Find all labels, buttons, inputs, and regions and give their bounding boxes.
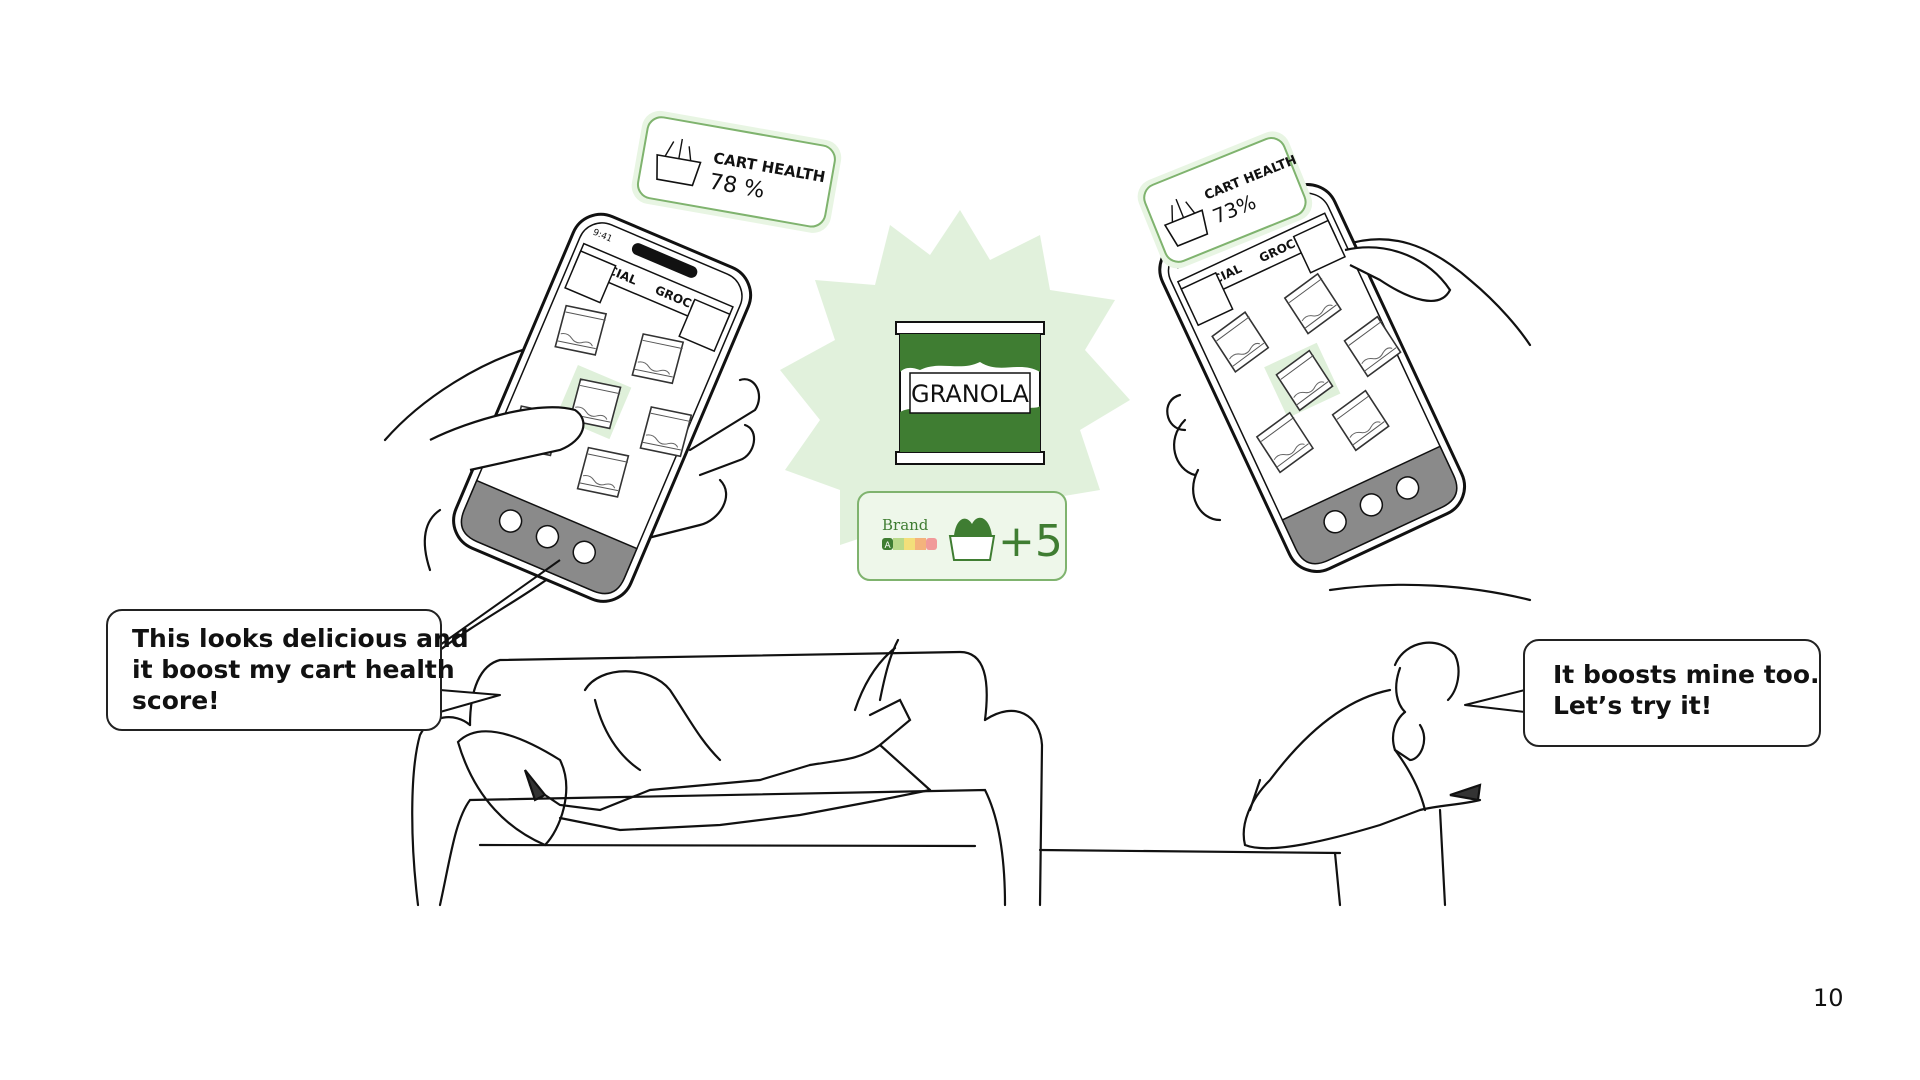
speech-bubble-right: It boosts mine too. Let’s try it!	[1523, 639, 1821, 747]
speech-tails	[439, 689, 1526, 713]
granola-bag-label: GRANOLA	[911, 380, 1029, 408]
page-number: 10	[1813, 984, 1844, 1012]
storyboard-scene: 9:41 SOCIAL GROCER	[383, 110, 1532, 907]
man-illustration	[1038, 641, 1482, 907]
left-cart-health-card: CART HEALTH 78 %	[631, 110, 842, 233]
speech-right-line-2: Let’s try it!	[1553, 691, 1713, 720]
brand-label: Brand	[882, 516, 929, 534]
speech-bubble-left: This looks delicious and it boost my car…	[106, 609, 469, 731]
nutri-score-scale: A	[882, 538, 937, 551]
granola-bag-illustration: GRANOLA	[895, 321, 1045, 465]
speech-left-line-2: it boost my cart health	[132, 655, 455, 684]
center-product-group: GRANOLA Brand A +5	[780, 210, 1130, 581]
score-change: +5	[998, 516, 1063, 567]
left-phone: 9:41 SOCIAL GROCER	[452, 212, 753, 603]
right-phone-group: 9:41 SOCIAL GROCER	[1137, 131, 1532, 602]
nutri-grade: A	[885, 541, 892, 551]
left-phone-group: 9:41 SOCIAL GROCER	[383, 110, 842, 652]
sofa-illustration	[411, 638, 1044, 907]
speech-right-line-1: It boosts mine too.	[1553, 660, 1820, 689]
speech-left-line-1: This looks delicious and	[132, 624, 469, 653]
speech-left-line-3: score!	[132, 686, 220, 715]
product-score-card: Brand A +5	[857, 491, 1067, 581]
